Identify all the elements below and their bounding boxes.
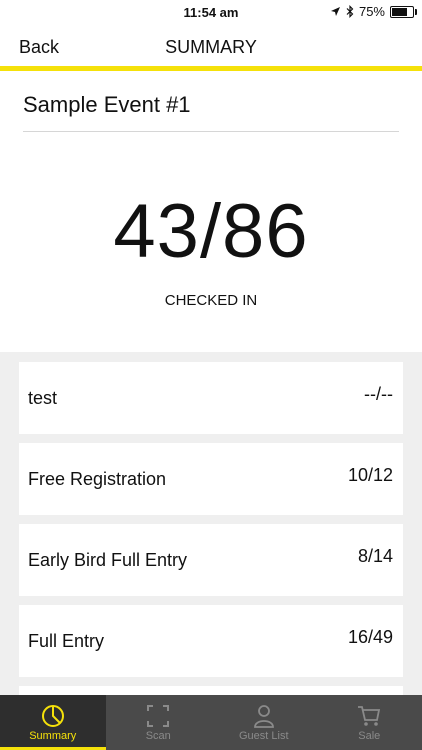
ticket-count: --/-- (364, 384, 393, 404)
tab-label: Scan (145, 730, 171, 742)
tab-summary[interactable]: Summary (0, 695, 106, 750)
list-item[interactable]: Free Registration 10/12 (19, 443, 403, 515)
page-title: SUMMARY (165, 37, 257, 57)
ticket-count: 8/14 (357, 546, 393, 566)
list-item[interactable]: Full Entry 16/49 (19, 605, 403, 677)
back-button[interactable]: Back (19, 37, 59, 58)
tab-label: Sale (358, 730, 381, 742)
tab-label: Guest List (238, 730, 289, 742)
list-item-partial[interactable] (19, 686, 403, 695)
cart-icon (358, 706, 381, 726)
pie-chart-icon (41, 705, 64, 727)
event-title: Sample Event #1 (23, 92, 191, 117)
bluetooth-icon (346, 5, 354, 18)
nav-bar: Back SUMMARY (0, 26, 422, 71)
battery-fill (392, 7, 407, 16)
scan-frame-icon (147, 705, 170, 727)
tab-bar: Summary Scan Guest List Sale (0, 695, 422, 750)
checked-in-count: 43/86 (113, 189, 309, 274)
ticket-name: test (28, 388, 58, 408)
list-item[interactable]: Early Bird Full Entry 8/14 (19, 524, 403, 596)
tab-label: Summary (29, 730, 77, 742)
ticket-count: 10/12 (347, 465, 393, 485)
location-arrow-icon (330, 7, 340, 16)
battery-percent: 75% (358, 4, 385, 19)
list-item[interactable]: test --/-- (19, 362, 403, 434)
ticket-name: Early Bird Full Entry (28, 550, 188, 570)
ticket-name: Free Registration (28, 469, 167, 489)
divider (23, 131, 399, 132)
tab-scan[interactable]: Scan (106, 695, 212, 750)
battery-icon (390, 5, 417, 18)
checked-in-label: CHECKED IN (164, 292, 258, 309)
ticket-name: Full Entry (28, 631, 105, 651)
ticket-list: test --/-- Free Registration 10/12 Early… (0, 352, 422, 695)
person-icon (253, 705, 274, 728)
status-indicators: 75% (330, 4, 417, 19)
tab-guest-list[interactable]: Guest List (211, 695, 317, 750)
status-bar: 11:54 am 75% (0, 0, 422, 26)
ticket-count: 16/49 (347, 627, 393, 647)
tab-sale[interactable]: Sale (317, 695, 422, 750)
